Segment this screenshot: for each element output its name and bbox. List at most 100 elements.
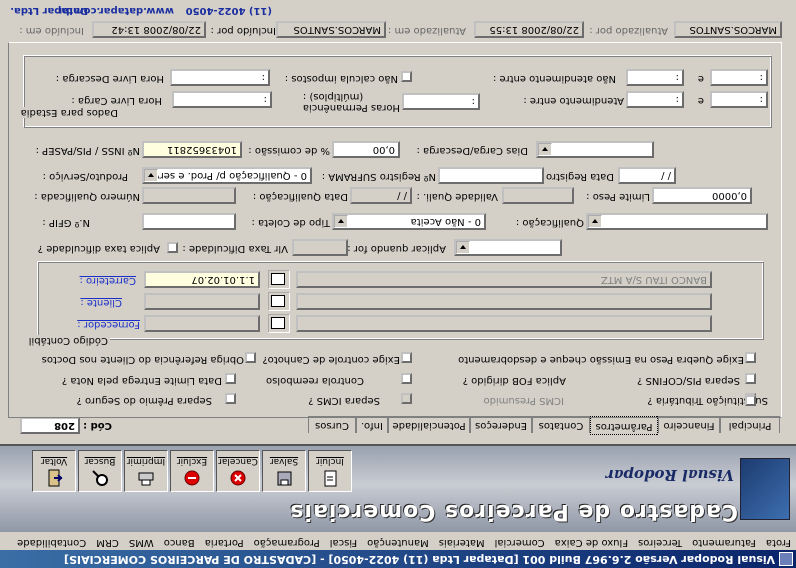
pct-comissao-field[interactable]: 0,00 (332, 141, 400, 158)
hora-livre-descarga-field[interactable]: : (170, 69, 270, 86)
tab-contatos[interactable]: Contatos (532, 416, 590, 433)
menu-item[interactable]: Fluxo de Caixa (550, 535, 633, 550)
nr-inss-field[interactable]: 10433652811 (142, 141, 242, 158)
incluir-button[interactable]: Incluir (308, 450, 352, 492)
incluido-por-label: Incluído por : (210, 25, 276, 36)
data-registro-field[interactable]: / / (618, 167, 676, 184)
validade-quali-field[interactable] (502, 187, 574, 204)
tab-enderecos[interactable]: Endereços (470, 416, 532, 433)
imprimir-button[interactable]: Imprimir (124, 450, 168, 492)
tab-info[interactable]: Info. (356, 416, 388, 433)
menu-item[interactable]: Banco (159, 535, 200, 550)
exige-canhoto-checkbox[interactable] (401, 352, 412, 363)
buscar-button[interactable]: Buscar (78, 450, 122, 492)
fornecedor-lookup-button[interactable] (268, 314, 290, 333)
cancel-icon (230, 470, 246, 486)
menu-item[interactable]: Faturamento (687, 535, 761, 550)
carreteiro-lookup-button[interactable] (268, 270, 290, 289)
chevron-down-icon (538, 143, 552, 156)
carreteiro-field[interactable]: 1.1.01.02.07 (144, 271, 260, 288)
salvar-button[interactable]: Salvar (262, 450, 306, 492)
obriga-ref-checkbox[interactable] (245, 352, 256, 363)
company-footer: (11) 4022-4050 www.datapar.com.br Datapa… (0, 0, 796, 18)
fornecedor-label[interactable]: Fornecedor : (77, 319, 140, 330)
separa-pis-checkbox[interactable] (745, 373, 756, 384)
nao-calcula-checkbox[interactable] (401, 71, 412, 82)
menu-item[interactable]: Comercial (490, 535, 550, 550)
menu-item[interactable]: Programação (249, 535, 325, 550)
tab-potencialidade[interactable]: Potencialidade (388, 416, 470, 433)
codigo-contabil-title: Código Contábil (26, 335, 110, 346)
nr-gfip-field[interactable] (142, 213, 236, 230)
tipo-coleta-select[interactable]: 0 - Não Aceita (332, 213, 486, 230)
separa-premio-label: Separa Prêmio do Seguro ? (76, 395, 212, 406)
nr-gfip-label: N.º GFIP : (42, 217, 90, 228)
aplica-fob-checkbox[interactable] (401, 373, 412, 384)
qualificacao-select[interactable] (586, 213, 768, 230)
save-icon (277, 471, 292, 486)
nr-suframa-label: Nº Registro SUFRAMA : (321, 171, 436, 182)
window-titlebar: Visual Rodopar Versão 2.6.967 Build 001 … (0, 550, 796, 568)
fornecedor-desc-field (296, 315, 712, 332)
data-limite-label: Data Limite Entrega pela Nota ? (61, 375, 222, 386)
nr-suframa-field[interactable] (438, 167, 544, 184)
nao-atendimento-ate-field[interactable]: : (710, 69, 768, 86)
fornecedor-field[interactable] (144, 315, 260, 332)
menu-item[interactable]: Contabilidade (12, 535, 91, 550)
controla-reembolso-checkbox[interactable] (225, 373, 236, 384)
imprimir-label: Imprimir (126, 456, 166, 466)
menu-item[interactable]: WMS (124, 535, 159, 550)
produto-servico-select[interactable]: 0 - Qualificação p/ Prod. e serv (142, 167, 312, 184)
exige-quebra-checkbox[interactable] (745, 352, 756, 363)
tab-financeiro[interactable]: Financeiro (658, 416, 720, 433)
page-title: Cadastro de Parceiros Comerciais (289, 499, 738, 524)
menu-item[interactable]: Fiscal (325, 535, 362, 550)
validade-quali-label: Validade Quali. : (416, 191, 498, 202)
horas-permanencia-field[interactable]: : (402, 93, 480, 110)
cliente-lookup-button[interactable] (268, 292, 290, 311)
atualizado-em-label: Atualizado em : (387, 25, 466, 36)
carreteiro-desc-field: BANCO ITAU S/A MTZ (296, 271, 712, 288)
nao-atendimento-de-field[interactable]: : (626, 69, 684, 86)
aplicar-quando-select[interactable] (454, 239, 562, 256)
horas-permanencia-label: Horas Permanência (múltiplos) : (302, 91, 400, 113)
atendimento-de-field[interactable]: : (626, 91, 684, 108)
cliente-field[interactable] (144, 293, 260, 310)
chevron-down-icon (456, 241, 470, 254)
separa-premio-checkbox[interactable] (745, 395, 756, 406)
hora-livre-carga-label: Hora Livre Carga : (71, 95, 162, 106)
menu-item[interactable]: Frota (761, 535, 796, 550)
menu-item[interactable]: Materiais (434, 535, 490, 550)
tab-cursos[interactable]: Cursos (308, 416, 356, 433)
limite-peso-field[interactable]: 0,0000 (652, 187, 752, 204)
data-qualificacao-field[interactable]: / / (350, 187, 412, 204)
hora-livre-carga-field[interactable]: : (172, 91, 272, 108)
separa-icms-checkbox[interactable] (225, 393, 236, 404)
atendimento-ate-field[interactable]: : (710, 91, 768, 108)
excluir-label: Excluir (176, 456, 208, 466)
menu-item[interactable]: Terceiros (633, 535, 687, 550)
obriga-ref-label: Obriga Referência do Cliente nos Doctos (41, 354, 244, 365)
aplica-fob-label: Aplica FOB dirigido ? (462, 375, 566, 386)
cancelar-button[interactable]: Cancelar (216, 450, 260, 492)
menu-item[interactable]: Manutenção (362, 535, 434, 550)
voltar-button[interactable]: Voltar (32, 450, 76, 492)
cod-label: Cód : (83, 420, 112, 431)
carreteiro-label[interactable]: Carreteiro : (80, 275, 137, 286)
menu-item[interactable]: Portaria (200, 535, 249, 550)
aplica-taxa-checkbox[interactable] (167, 242, 178, 253)
separa-pis-label: Separa PIS/COFINS ? (637, 375, 740, 386)
menu-item[interactable]: CRM (91, 535, 124, 550)
cliente-label[interactable]: Cliente : (80, 297, 122, 308)
cod-field[interactable]: 208 (20, 417, 80, 434)
tab-principal[interactable]: Principal (720, 416, 780, 433)
excluir-button[interactable]: Excluir (170, 450, 214, 492)
tab-parametros[interactable]: Parâmetros (590, 416, 658, 435)
vlr-taxa-field[interactable] (292, 239, 348, 256)
dias-carga-select[interactable] (536, 141, 654, 158)
data-qualificacao-label: Data Qualificação : (252, 191, 348, 202)
icms-presumido-checkbox[interactable] (401, 393, 412, 404)
numero-qualificada-field[interactable] (142, 187, 236, 204)
exit-door-icon (48, 469, 63, 487)
delete-icon (184, 470, 200, 486)
